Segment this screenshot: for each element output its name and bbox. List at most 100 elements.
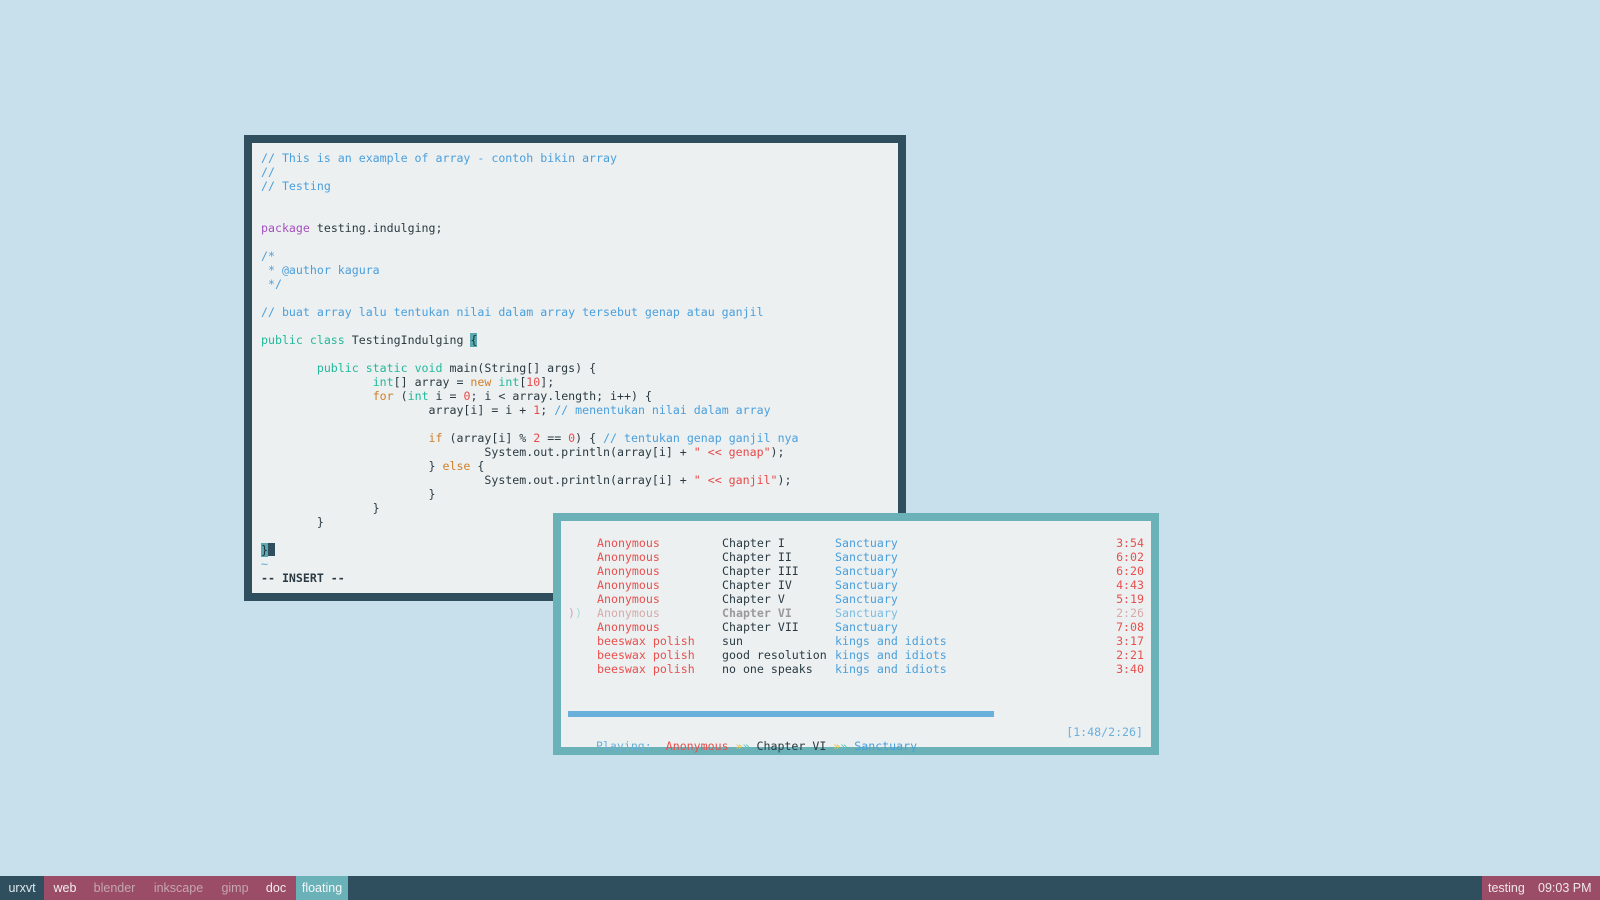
code-line: //: [261, 165, 799, 179]
code-token: );: [777, 473, 792, 487]
progress-fill: [568, 711, 994, 717]
track-artist: Anonymous: [597, 564, 660, 578]
code-token: " << genap": [693, 445, 771, 459]
track-album: Sanctuary: [835, 564, 898, 578]
now-playing-icon: )): [568, 606, 582, 620]
code-token: }: [261, 515, 324, 529]
track-duration: 6:02: [1116, 550, 1144, 564]
track-artist: beeswax polish: [597, 662, 695, 676]
playlist-row[interactable]: beeswax polish sun kings and idiots 3:17: [561, 634, 1151, 648]
track-duration: 6:20: [1116, 564, 1144, 578]
track-artist: Anonymous: [597, 550, 660, 564]
window-title: testing: [1488, 881, 1525, 895]
workspace-blender[interactable]: blender: [86, 876, 143, 900]
track-duration: 2:21: [1116, 648, 1144, 662]
code-line: if (array[i] % 2 == 0) { // tentukan gen…: [261, 431, 799, 445]
code-line: System.out.println(array[i] + " << genap…: [261, 445, 799, 459]
progress-bar[interactable]: [568, 711, 1143, 717]
track-album: kings and idiots: [835, 634, 947, 648]
track-title: Chapter VI: [722, 606, 792, 620]
playlist-row[interactable]: Anonymous Chapter I Sanctuary 3:54: [561, 536, 1151, 550]
workspace-web[interactable]: web: [44, 876, 86, 900]
workspace-gimp[interactable]: gimp: [214, 876, 256, 900]
code-token: int: [407, 389, 429, 403]
track-album: Sanctuary: [835, 606, 898, 620]
code-token: /*: [261, 249, 275, 263]
code-token: // Testing: [261, 179, 331, 193]
music-player-window[interactable]: Anonymous Chapter I Sanctuary 3:54 Anonymous…: [553, 513, 1159, 755]
code-token: ==: [540, 431, 569, 445]
track-album: Sanctuary: [835, 550, 898, 564]
code-token: // This is an example of array - contoh …: [261, 151, 617, 165]
track-duration: 7:08: [1116, 620, 1144, 634]
track-title: Chapter III: [722, 564, 799, 578]
status-title: Chapter VI: [756, 739, 827, 753]
track-duration: 3:54: [1116, 536, 1144, 550]
track-duration: 3:17: [1116, 634, 1144, 648]
code-token: {: [470, 459, 485, 473]
code-line: System.out.println(array[i] + " << ganji…: [261, 473, 799, 487]
code-token: */: [261, 277, 282, 291]
playlist-row[interactable]: Anonymous Chapter II Sanctuary 6:02: [561, 550, 1151, 564]
code-token: System.out.println(array[i] +: [261, 445, 694, 459]
code-line: // buat array lalu tentukan nilai dalam …: [261, 305, 799, 319]
code-token: //: [261, 165, 275, 179]
track-album: Sanctuary: [835, 620, 898, 634]
workspace-floating[interactable]: floating: [296, 876, 348, 900]
track-title: Chapter IV: [722, 578, 792, 592]
track-title: good resolution: [722, 648, 827, 662]
code-line: } else {: [261, 459, 799, 473]
code-token: ) {: [575, 431, 604, 445]
playlist-row[interactable]: beeswax polish no one speaks kings and idi…: [561, 662, 1151, 676]
status-area: testing 09:03 PM: [1482, 876, 1600, 900]
code-line: * @author kagura: [261, 263, 799, 277]
code-token: );: [770, 445, 785, 459]
playback-position: [1:48/2:26]: [1066, 725, 1143, 739]
playlist-row[interactable]: Anonymous Chapter V Sanctuary 5:19: [561, 592, 1151, 606]
code-token: // buat array lalu tentukan nilai dalam …: [261, 305, 764, 319]
track-artist: Anonymous: [597, 536, 660, 550]
playlist-row[interactable]: Anonymous Chapter VII Sanctuary 7:08: [561, 620, 1151, 634]
playlist-row[interactable]: Anonymous Chapter IV Sanctuary 4:43: [561, 578, 1151, 592]
code-token: * @author kagura: [261, 263, 380, 277]
code-token: ];: [540, 375, 555, 389]
playlist-row[interactable]: )) Anonymous Chapter VI Sanctuary 2:26: [561, 606, 1151, 620]
track-duration: 3:40: [1116, 662, 1144, 676]
cursor-match: {: [470, 333, 478, 347]
code-token: package: [261, 221, 310, 235]
text-cursor: [267, 543, 275, 556]
code-line: // Testing: [261, 179, 799, 193]
code-token: }: [261, 487, 436, 501]
track-duration: 5:19: [1116, 592, 1144, 606]
code-token: array[i] = i +: [261, 403, 534, 417]
code-token: " << ganjil": [693, 473, 778, 487]
track-artist: Anonymous: [597, 606, 660, 620]
track-artist: Anonymous: [597, 620, 660, 634]
code-token: [] array =: [393, 375, 471, 389]
code-token: // tentukan genap ganjil nya: [603, 431, 799, 445]
track-title: Chapter VII: [722, 620, 799, 634]
code-line: // This is an example of array - contoh …: [261, 151, 799, 165]
workspace-urxvt[interactable]: urxvt: [0, 876, 44, 900]
status-artist: Anonymous: [665, 739, 729, 753]
track-title: no one speaks: [722, 662, 813, 676]
playlist-row[interactable]: beeswax polish good resolution kings and i…: [561, 648, 1151, 662]
code-token: testing.indulging;: [309, 221, 443, 235]
code-token: ;: [540, 403, 555, 417]
workspace-inkscape[interactable]: inkscape: [143, 876, 214, 900]
code-line: public class TestingIndulging {: [261, 333, 799, 347]
code-token: }: [261, 459, 443, 473]
track-album: Sanctuary: [835, 578, 898, 592]
track-duration: 4:43: [1116, 578, 1144, 592]
playlist-row[interactable]: Anonymous Chapter III Sanctuary 6:20: [561, 564, 1151, 578]
workspace-doc[interactable]: doc: [256, 876, 296, 900]
code-token: public static void: [316, 361, 443, 375]
